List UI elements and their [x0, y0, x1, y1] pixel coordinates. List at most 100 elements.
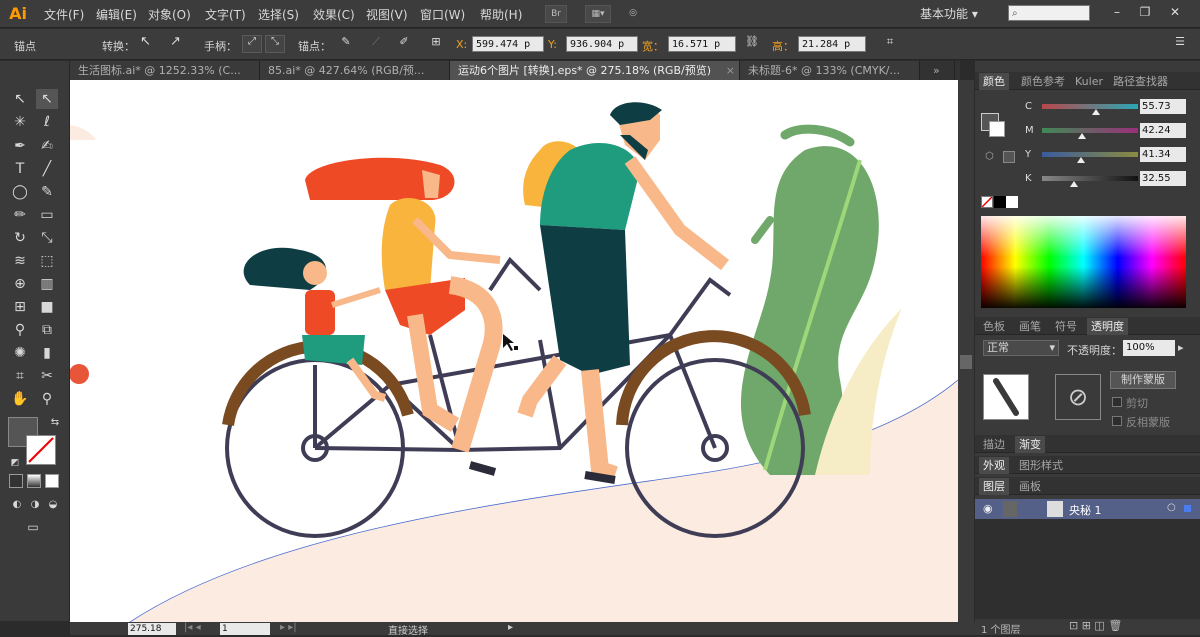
- channel-c-thumb[interactable]: [1091, 109, 1100, 115]
- tab-layers[interactable]: 图层: [979, 478, 1009, 495]
- swap-fill-stroke-icon[interactable]: ⇆: [44, 413, 66, 433]
- x-field[interactable]: 599.474 p: [472, 36, 544, 52]
- layer-row[interactable]: ◉ 央秘 1 ○: [975, 499, 1200, 519]
- artboard-tool-icon[interactable]: ⌗: [9, 366, 31, 386]
- eraser-tool-icon[interactable]: ▭: [36, 205, 58, 225]
- opacity-field[interactable]: 100%: [1123, 340, 1175, 356]
- menu-effect[interactable]: 效果(C): [313, 6, 355, 23]
- none-color-icon[interactable]: [981, 196, 993, 208]
- free-transform-icon[interactable]: ⬚: [36, 251, 58, 271]
- make-mask-button[interactable]: 制作蒙版: [1110, 371, 1176, 389]
- channel-k-track[interactable]: [1042, 176, 1138, 187]
- channel-c-value[interactable]: 55.73: [1140, 99, 1186, 114]
- tab-doc-2[interactable]: 85.ai* @ 427.64% (RGB/预...: [260, 61, 450, 80]
- color-stroke-swatch[interactable]: [989, 121, 1005, 137]
- magic-wand-icon[interactable]: ✳: [9, 112, 31, 132]
- line-tool-icon[interactable]: ╱: [36, 159, 58, 179]
- draw-inside-icon[interactable]: ◒: [42, 495, 64, 515]
- symbol-sprayer-icon[interactable]: ✺: [9, 343, 31, 363]
- arrange-documents-icon[interactable]: ▦▾: [585, 5, 611, 23]
- tab-symbols[interactable]: 符号: [1051, 318, 1081, 335]
- curvature-tool-icon[interactable]: ✍: [36, 136, 58, 156]
- channel-y-track[interactable]: [1042, 152, 1138, 163]
- no-mask-icon[interactable]: ⊘: [1055, 374, 1101, 420]
- default-colors-icon[interactable]: ◩: [4, 453, 26, 473]
- tab-artboards[interactable]: 画板: [1015, 478, 1045, 495]
- tab-color[interactable]: 颜色: [979, 73, 1009, 90]
- target-icon[interactable]: ○: [1167, 502, 1176, 513]
- selection-tool-icon[interactable]: ↖: [9, 89, 31, 109]
- white-swatch[interactable]: [1006, 196, 1018, 208]
- channel-y-thumb[interactable]: [1077, 157, 1086, 163]
- black-swatch[interactable]: [994, 196, 1006, 208]
- scroll-thumb[interactable]: [960, 355, 972, 369]
- vertical-scrollbar[interactable]: [958, 80, 974, 622]
- screen-mode-icon[interactable]: ▭: [22, 517, 44, 537]
- tab-brushes[interactable]: 画笔: [1015, 318, 1045, 335]
- eyedropper-tool-icon[interactable]: ⚲: [9, 320, 31, 340]
- remove-anchor-icon[interactable]: ✎: [336, 35, 356, 53]
- width-tool-icon[interactable]: ≋: [9, 251, 31, 271]
- tab-close-icon[interactable]: ×: [726, 61, 735, 80]
- color-mode-icon[interactable]: [9, 474, 23, 488]
- zoom-field[interactable]: 275.18: [128, 623, 176, 635]
- isolate-object-icon[interactable]: ⌗: [880, 35, 900, 53]
- menu-object[interactable]: 对象(O): [148, 6, 191, 23]
- tabs-overflow-icon[interactable]: »: [925, 61, 955, 80]
- menu-view[interactable]: 视图(V): [366, 6, 408, 23]
- blend-tool-icon[interactable]: ⧉: [36, 320, 58, 340]
- minimize-icon[interactable]: –: [1104, 3, 1130, 21]
- menu-file[interactable]: 文件(F): [44, 6, 84, 23]
- tab-graphic-styles[interactable]: 图形样式: [1015, 457, 1067, 474]
- scale-tool-icon[interactable]: ⤡: [36, 228, 58, 248]
- channel-c-track[interactable]: [1042, 104, 1138, 115]
- layer-actions-icon[interactable]: ⊡ ⊞ ◫ 🗑: [1069, 619, 1122, 632]
- ellipse-tool-icon[interactable]: ◯: [9, 182, 31, 202]
- channel-y-value[interactable]: 41.34: [1140, 147, 1186, 162]
- paintbrush-tool-icon[interactable]: ✎: [36, 182, 58, 202]
- color-spectrum[interactable]: [981, 216, 1186, 308]
- lasso-tool-icon[interactable]: ℓ: [36, 112, 58, 132]
- hide-handles-icon[interactable]: ⤡: [265, 35, 285, 53]
- tab-color-guide[interactable]: 颜色参考: [1017, 73, 1069, 90]
- tab-doc-1[interactable]: 生活图标.ai* @ 1252.33% (C...: [70, 61, 260, 80]
- gradient-mode-icon[interactable]: [27, 474, 41, 488]
- gpu-performance-icon[interactable]: ◎: [622, 5, 644, 23]
- mesh-tool-icon[interactable]: ⊞: [9, 297, 31, 317]
- tab-doc-3[interactable]: 运动6个图片 [转换].eps* @ 275.18% (RGB/预览) ×: [450, 61, 740, 80]
- tab-appearance[interactable]: 外观: [979, 457, 1009, 474]
- status-menu-icon[interactable]: ▸: [508, 622, 513, 633]
- menu-edit[interactable]: 编辑(E): [96, 6, 137, 23]
- artboard-canvas[interactable]: [70, 80, 958, 622]
- menu-select[interactable]: 选择(S): [258, 6, 299, 23]
- tab-swatches[interactable]: 色板: [979, 318, 1009, 335]
- height-field[interactable]: 21.284 p: [798, 36, 866, 52]
- pencil-tool-icon[interactable]: ✏: [9, 205, 31, 225]
- none-mode-icon[interactable]: [45, 474, 59, 488]
- show-handles-icon[interactable]: ⤢: [242, 35, 262, 53]
- shape-builder-icon[interactable]: ⊕: [9, 274, 31, 294]
- convert-smooth-icon[interactable]: ↗: [170, 34, 190, 52]
- layer-lock-slot[interactable]: [1003, 501, 1017, 517]
- gradient-tool-icon[interactable]: ■: [36, 297, 58, 317]
- restore-icon[interactable]: ❐: [1132, 3, 1158, 21]
- blend-mode-select[interactable]: 正常 ▾: [983, 340, 1059, 356]
- slice-tool-icon[interactable]: ✂: [36, 366, 58, 386]
- bridge-button[interactable]: Br: [545, 5, 567, 23]
- align-icon[interactable]: ⊞: [426, 35, 446, 53]
- column-graph-icon[interactable]: ▮: [36, 343, 58, 363]
- hand-tool-icon[interactable]: ✋: [9, 389, 31, 409]
- zoom-tool-icon[interactable]: ⚲: [36, 389, 58, 409]
- tab-transparency[interactable]: 透明度: [1087, 318, 1128, 335]
- tab-stroke[interactable]: 描边: [979, 436, 1009, 453]
- close-icon[interactable]: ✕: [1162, 3, 1188, 21]
- clip-checkbox[interactable]: [1112, 397, 1122, 407]
- artboard-nav-icon[interactable]: |◂ ◂: [184, 622, 201, 633]
- menu-help[interactable]: 帮助(H): [480, 6, 522, 23]
- visibility-eye-icon[interactable]: ◉: [983, 502, 993, 515]
- connect-anchor-icon[interactable]: ✐: [394, 35, 414, 53]
- stroke-swatch[interactable]: [26, 435, 56, 465]
- pen-tool-icon[interactable]: ✒: [9, 136, 31, 156]
- tab-pathfinder[interactable]: 路径查找器: [1109, 73, 1172, 90]
- tab-doc-4[interactable]: 未标题-6* @ 133% (CMYK/...: [740, 61, 920, 80]
